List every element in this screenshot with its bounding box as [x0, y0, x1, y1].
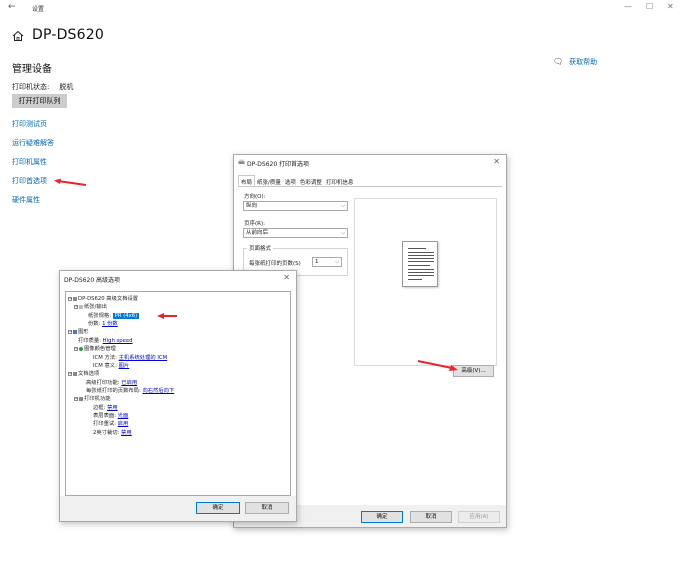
link-print-test-page[interactable]: 打印测试页 [12, 119, 47, 129]
page-format-label: 页面格式 [247, 244, 274, 252]
advanced-settings-tree[interactable]: − DP-DS620 高级文档设置 − 纸张/输出 纸张规格: PR (4x6) 份… [65, 291, 291, 496]
tree-print-mode[interactable]: 打印重试: 启用 [93, 419, 128, 427]
tree-paper-output[interactable]: − 纸张/输出 [74, 302, 107, 310]
pages-per-sheet-select[interactable]: 1 ⌵ [312, 257, 342, 267]
page-title: DP-DS620 [32, 27, 104, 43]
pages-per-sheet-label: 每张纸打印的页数(S) [249, 261, 301, 267]
tree-icm-group[interactable]: − 图像颜色管理 [74, 344, 116, 352]
link-printing-preferences[interactable]: 打印首选项 [12, 176, 47, 186]
back-arrow-icon[interactable]: ← [8, 2, 16, 12]
chevron-down-icon: ⌵ [341, 230, 345, 236]
tab-paper-quality[interactable]: 纸张/质量 [255, 176, 283, 187]
printer-status: 打印机状态: 脱机 [12, 82, 73, 92]
link-hardware-properties[interactable]: 硬件属性 [12, 195, 40, 205]
chevron-down-icon: ⌵ [341, 203, 345, 209]
tree-advanced-printing[interactable]: 高级打印功能: 已启用 [86, 378, 137, 386]
section-title: 管理设备 [12, 64, 52, 75]
get-help-link[interactable]: 🗨 获取帮助 [553, 57, 597, 67]
tree-root[interactable]: − DP-DS620 高级文档设置 [68, 294, 138, 302]
tree-pages-layout[interactable]: 每张纸打印的页数布局: 向右然后向下 [86, 386, 174, 394]
window-titlebar: ← 设置 — ☐ ✕ [0, 0, 684, 16]
tab-layout[interactable]: 布局 [238, 175, 256, 186]
page-order-value: 从前向后 [246, 230, 269, 236]
page-order-label: 页序(R): [244, 221, 265, 227]
tree-paper-size[interactable]: 纸张规格: PR (4x6) [88, 311, 140, 319]
tree-printer-features[interactable]: − 打印机功能 [74, 394, 111, 402]
tree-icm-method[interactable]: ICM 方法: 主机系统处理的 ICM [93, 353, 167, 361]
tree-cut[interactable]: 2英寸裁切: 禁用 [93, 428, 132, 436]
tree-doc-options[interactable]: − 文档选项 [68, 369, 99, 377]
annotation-arrow-icon [417, 360, 458, 371]
dialog-close-icon[interactable]: ✕ [283, 273, 290, 282]
home-icon [12, 30, 24, 41]
link-printer-properties[interactable]: 打印机属性 [12, 157, 47, 167]
ok-button[interactable]: 确定 [196, 502, 240, 514]
ok-button[interactable]: 确定 [361, 511, 403, 523]
tab-options[interactable]: 选项 [283, 176, 298, 187]
apply-button[interactable]: 应用(A) [458, 511, 500, 523]
tree-surface[interactable]: 表层表面: 光面 [93, 411, 128, 419]
link-troubleshooter[interactable]: 运行疑难解答 [12, 138, 54, 148]
orientation-select[interactable]: 纵向 ⌵ [243, 201, 348, 211]
tab-printer-info[interactable]: 打印机信息 [324, 176, 356, 187]
status-value: 脱机 [59, 83, 74, 91]
orientation-value: 纵向 [246, 203, 258, 209]
orientation-label: 方向(O): [244, 194, 266, 200]
page-order-select[interactable]: 从前向后 ⌵ [243, 228, 348, 238]
close-icon[interactable]: ✕ [667, 2, 674, 11]
pages-per-sheet-value: 1 [315, 259, 319, 265]
tree-icm-intent[interactable]: ICM 意义: 图片 [93, 361, 129, 369]
maximize-icon[interactable]: ☐ [646, 2, 653, 11]
tab-bar: 布局 纸张/质量 选项 色彩调整 打印机信息 [238, 175, 502, 187]
tree-copies[interactable]: 份数: 1 份数 [88, 319, 118, 327]
tab-color-adjust[interactable]: 色彩调整 [298, 176, 324, 187]
cancel-button[interactable]: 取消 [410, 511, 452, 523]
status-label: 打印机状态: [12, 83, 50, 91]
dialog-title: DP-DS620 打印首选项 [247, 161, 310, 168]
open-queue-button[interactable]: 打开打印队列 [12, 94, 67, 108]
tree-border[interactable]: 边框: 禁用 [93, 403, 118, 411]
dialog-title: DP-DS620 高级选项 [64, 277, 121, 284]
printer-icon [238, 159, 245, 164]
annotation-arrow-icon [54, 178, 87, 186]
minimize-icon[interactable]: — [624, 2, 632, 11]
tree-print-quality[interactable]: 打印质量: High speed [78, 336, 133, 344]
tree-graphic[interactable]: − 图形 [68, 327, 89, 335]
chevron-down-icon: ⌵ [335, 259, 339, 265]
dialog-close-icon[interactable]: ✕ [493, 157, 500, 166]
chat-icon: 🗨 [553, 57, 564, 66]
annotation-arrow-icon [157, 313, 177, 319]
window-title: 设置 [32, 6, 45, 13]
paper-preview-icon [402, 241, 438, 287]
help-label: 获取帮助 [569, 58, 598, 66]
cancel-button[interactable]: 取消 [245, 502, 289, 514]
